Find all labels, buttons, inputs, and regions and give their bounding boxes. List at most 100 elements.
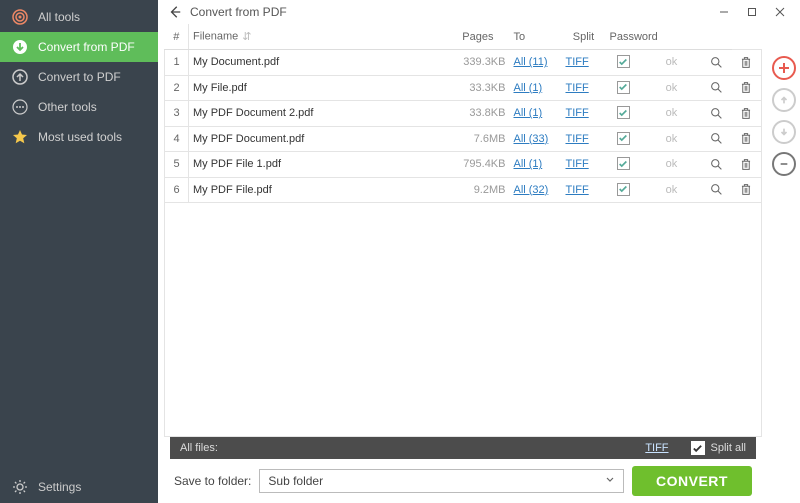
row-pages-link[interactable]: All (1) <box>513 82 542 94</box>
row-split-checkbox[interactable] <box>617 81 630 94</box>
row-index: 2 <box>165 75 189 101</box>
row-size: 33.8KB <box>449 101 509 127</box>
remove-button[interactable] <box>772 152 796 176</box>
row-filename: My PDF Document.pdf <box>189 126 450 152</box>
star-icon <box>12 129 28 145</box>
table-row[interactable]: 3My PDF Document 2.pdf33.8KBAll (1)TIFFo… <box>165 101 762 127</box>
col-header-pages[interactable]: Pages <box>449 24 509 50</box>
table-row[interactable]: 6My PDF File.pdf9.2MB All (32) TIFF ok <box>165 177 762 203</box>
row-size: 795.4KB <box>449 152 509 178</box>
row-index: 3 <box>165 101 189 127</box>
row-index: 6 <box>165 177 189 203</box>
row-split-checkbox[interactable] <box>617 183 630 196</box>
col-header-password[interactable]: Password <box>605 24 701 50</box>
row-pages-link[interactable]: All (33) <box>513 133 548 145</box>
sidebar-item-most-used[interactable]: Most used tools <box>0 122 158 152</box>
sidebar-nav: All tools Convert from PDF Convert to PD… <box>0 0 158 471</box>
col-header-split[interactable]: Split <box>561 24 605 50</box>
move-down-button[interactable] <box>772 120 796 144</box>
sidebar-item-convert-to-pdf[interactable]: Convert to PDF <box>0 62 158 92</box>
file-table: # Filename⇵ Pages To Split Password 1My … <box>164 24 762 203</box>
gear-icon <box>12 479 28 495</box>
row-size: 9.2MB <box>449 177 509 203</box>
row-preview-button[interactable] <box>708 155 726 173</box>
arrow-up-circle-icon <box>12 69 28 85</box>
folder-select-value: Sub folder <box>268 474 323 488</box>
settings-label: Settings <box>38 480 81 494</box>
move-up-button[interactable] <box>772 88 796 112</box>
titlebar: Convert from PDF <box>158 0 800 24</box>
all-files-format-link[interactable]: TIFF <box>645 442 668 454</box>
row-delete-button[interactable] <box>737 155 755 173</box>
row-password[interactable]: ok <box>641 152 701 178</box>
row-size: 339.3KB <box>449 50 509 76</box>
row-filename: My PDF File.pdf <box>189 177 450 203</box>
row-preview-button[interactable] <box>708 181 726 199</box>
close-button[interactable] <box>766 1 794 23</box>
col-header-to[interactable]: To <box>509 24 561 50</box>
target-icon <box>12 9 28 25</box>
minimize-button[interactable] <box>710 1 738 23</box>
table-empty-area[interactable] <box>164 203 762 437</box>
row-size: 33.3KB <box>449 75 509 101</box>
row-index: 1 <box>165 50 189 76</box>
dots-icon <box>12 99 28 115</box>
row-password[interactable]: ok <box>641 126 701 152</box>
table-row[interactable]: 5My PDF File 1.pdf795.4KBAll (1)TIFFok <box>165 152 762 178</box>
row-format-link[interactable]: TIFF <box>565 133 588 145</box>
row-password[interactable]: ok <box>641 177 701 203</box>
row-delete-button[interactable] <box>737 181 755 199</box>
sidebar: All tools Convert from PDF Convert to PD… <box>0 0 158 503</box>
side-actions <box>768 24 800 503</box>
page-title: Convert from PDF <box>190 5 287 19</box>
sidebar-item-label: Convert to PDF <box>38 70 121 84</box>
folder-select[interactable]: Sub folder <box>259 469 624 493</box>
row-pages-link[interactable]: All (1) <box>513 158 542 170</box>
add-file-button[interactable] <box>772 56 796 80</box>
row-split-checkbox[interactable] <box>617 132 630 145</box>
row-format-link[interactable]: TIFF <box>565 56 588 68</box>
row-format-link[interactable]: TIFF <box>565 184 588 196</box>
file-table-wrap: # Filename⇵ Pages To Split Password 1My … <box>158 24 768 503</box>
sidebar-settings[interactable]: Settings <box>0 471 158 503</box>
row-format-link[interactable]: TIFF <box>565 158 588 170</box>
table-row[interactable]: 2My File.pdf33.3KBAll (1)TIFFok <box>165 75 762 101</box>
back-button[interactable] <box>164 1 186 23</box>
sidebar-item-label: All tools <box>38 10 80 24</box>
col-header-filename[interactable]: Filename⇵ <box>189 24 450 50</box>
row-pages-link[interactable]: All (1) <box>513 107 542 119</box>
row-format-link[interactable]: TIFF <box>565 82 588 94</box>
row-preview-button[interactable] <box>708 53 726 71</box>
row-pages-link[interactable]: All (11) <box>513 56 547 68</box>
sidebar-item-other-tools[interactable]: Other tools <box>0 92 158 122</box>
split-all-checkbox[interactable] <box>691 441 705 455</box>
table-row[interactable]: 1My Document.pdf339.3KB All (11) TIFF ok <box>165 50 762 76</box>
row-delete-button[interactable] <box>737 104 755 122</box>
row-delete-button[interactable] <box>737 53 755 71</box>
table-row[interactable]: 4My PDF Document.pdf7.6MBAll (33)TIFFok <box>165 126 762 152</box>
row-split-checkbox[interactable] <box>617 55 630 68</box>
sidebar-item-all-tools[interactable]: All tools <box>0 2 158 32</box>
sidebar-item-label: Convert from PDF <box>38 40 135 54</box>
row-preview-button[interactable] <box>708 130 726 148</box>
row-password[interactable]: ok <box>641 50 701 76</box>
row-delete-button[interactable] <box>737 130 755 148</box>
row-preview-button[interactable] <box>708 79 726 97</box>
col-header-index[interactable]: # <box>165 24 189 50</box>
row-split-checkbox[interactable] <box>617 157 630 170</box>
row-password[interactable]: ok <box>641 75 701 101</box>
sidebar-item-label: Most used tools <box>38 130 122 144</box>
row-filename: My PDF File 1.pdf <box>189 152 450 178</box>
row-size: 7.6MB <box>449 126 509 152</box>
row-preview-button[interactable] <box>708 104 726 122</box>
row-delete-button[interactable] <box>737 79 755 97</box>
row-format-link[interactable]: TIFF <box>565 107 588 119</box>
row-filename: My Document.pdf <box>189 50 450 76</box>
maximize-button[interactable] <box>738 1 766 23</box>
row-pages-link[interactable]: All (32) <box>513 184 548 196</box>
row-password[interactable]: ok <box>641 101 701 127</box>
row-split-checkbox[interactable] <box>617 106 630 119</box>
chevron-down-icon <box>605 474 615 488</box>
convert-button[interactable]: CONVERT <box>632 466 752 496</box>
sidebar-item-convert-from-pdf[interactable]: Convert from PDF <box>0 32 158 62</box>
